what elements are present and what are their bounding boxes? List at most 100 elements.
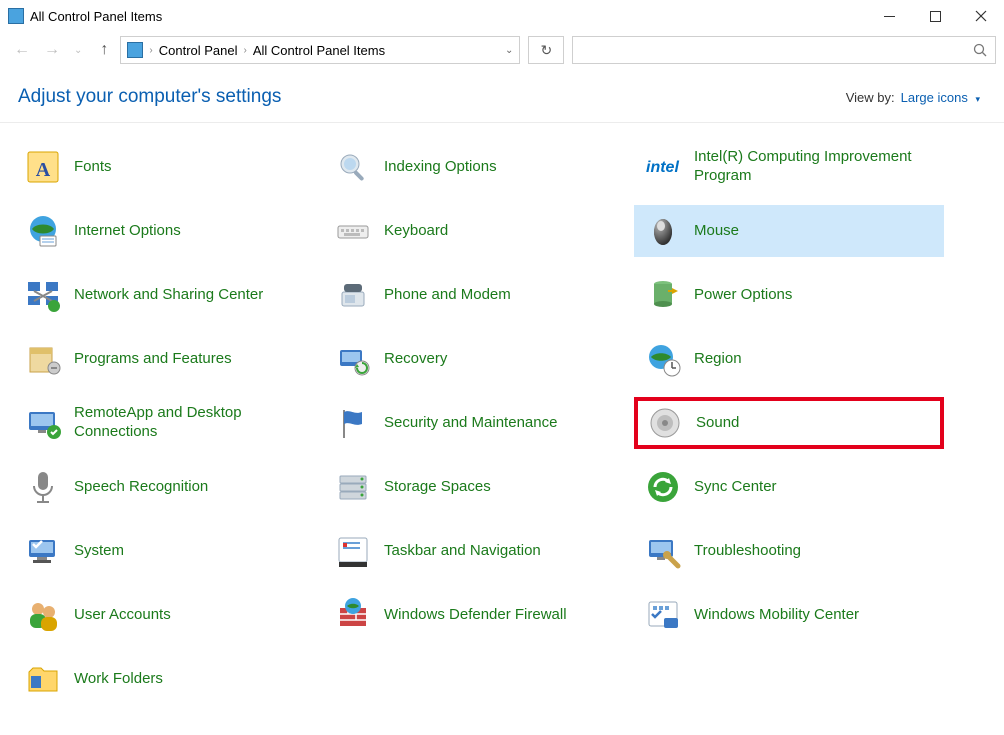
maximize-button[interactable] <box>912 0 958 32</box>
viewby-value: Large icons <box>901 90 968 105</box>
up-button[interactable]: ↑ <box>96 41 112 59</box>
titlebar: All Control Panel Items <box>0 0 1004 32</box>
cp-item-power[interactable]: Power Options <box>634 269 944 321</box>
taskbar-icon <box>334 532 372 570</box>
navbar: ← → ⌄ ↑ › Control Panel › All Control Pa… <box>0 32 1004 68</box>
cp-item-label: Sound <box>696 414 739 433</box>
cp-item-remoteapp[interactable]: RemoteApp and Desktop Connections <box>14 397 324 449</box>
flag-icon <box>334 404 372 442</box>
cp-item-storage[interactable]: Storage Spaces <box>324 461 634 513</box>
cp-item-fonts[interactable]: Fonts <box>14 141 324 193</box>
firewall-icon <box>334 596 372 634</box>
chevron-right-icon: › <box>244 45 247 56</box>
control-panel-icon <box>127 42 143 58</box>
cp-item-keyboard[interactable]: Keyboard <box>324 205 634 257</box>
viewby-label: View by: <box>846 90 895 105</box>
speaker-icon <box>646 404 684 442</box>
mic-icon <box>24 468 62 506</box>
close-button[interactable] <box>958 0 1004 32</box>
cp-item-phone[interactable]: Phone and Modem <box>324 269 634 321</box>
svg-text:intel: intel <box>646 159 679 176</box>
fonts-icon <box>24 148 62 186</box>
header-row: Adjust your computer's settings View by:… <box>0 68 1004 123</box>
cp-item-mobility[interactable]: Windows Mobility Center <box>634 589 944 641</box>
window-title: All Control Panel Items <box>30 9 162 24</box>
keyboard-icon <box>334 212 372 250</box>
battery-icon <box>644 276 682 314</box>
cp-item-sound[interactable]: Sound <box>634 397 944 449</box>
cp-item-label: Troubleshooting <box>694 542 801 561</box>
cp-item-label: Internet Options <box>74 222 181 241</box>
search-input[interactable] <box>572 36 996 64</box>
cp-item-recovery[interactable]: Recovery <box>324 333 634 385</box>
cp-item-firewall[interactable]: Windows Defender Firewall <box>324 589 634 641</box>
history-chevron-icon[interactable]: ⌄ <box>74 45 82 56</box>
cp-item-programs[interactable]: Programs and Features <box>14 333 324 385</box>
cp-item-users[interactable]: User Accounts <box>14 589 324 641</box>
box-icon <box>24 340 62 378</box>
cp-item-label: Programs and Features <box>74 350 232 369</box>
cp-item-intel[interactable]: intel Intel(R) Computing Improvement Prog… <box>634 141 944 193</box>
network-icon <box>24 276 62 314</box>
disks-icon <box>334 468 372 506</box>
cp-item-label: Region <box>694 350 742 369</box>
cp-item-troubleshoot[interactable]: Troubleshooting <box>634 525 944 577</box>
chevron-right-icon: › <box>149 45 152 56</box>
cp-item-security[interactable]: Security and Maintenance <box>324 397 634 449</box>
globe-icon <box>24 212 62 250</box>
cp-item-label: Fonts <box>74 158 112 177</box>
system-icon <box>24 532 62 570</box>
intel-icon: intel <box>644 148 682 186</box>
mouse-icon <box>644 212 682 250</box>
breadcrumb-0[interactable]: Control Panel <box>159 43 238 58</box>
cp-item-speech[interactable]: Speech Recognition <box>14 461 324 513</box>
cp-item-label: Keyboard <box>384 222 448 241</box>
search-icon <box>334 148 372 186</box>
cp-item-indexing[interactable]: Indexing Options <box>324 141 634 193</box>
cp-item-label: Taskbar and Navigation <box>384 542 541 561</box>
back-button[interactable]: ← <box>14 41 30 59</box>
address-bar[interactable]: › Control Panel › All Control Panel Item… <box>120 36 520 64</box>
app-icon <box>8 8 24 24</box>
cp-item-label: Recovery <box>384 350 447 369</box>
cp-item-label: Intel(R) Computing Improvement Program <box>694 148 934 186</box>
cp-item-label: Indexing Options <box>384 158 497 177</box>
mobility-icon <box>644 596 682 634</box>
cp-item-network[interactable]: Network and Sharing Center <box>14 269 324 321</box>
cp-item-label: User Accounts <box>74 606 171 625</box>
cp-item-label: RemoteApp and Desktop Connections <box>74 404 314 442</box>
cp-item-label: Network and Sharing Center <box>74 286 263 305</box>
phone-icon <box>334 276 372 314</box>
globe-clock-icon <box>644 340 682 378</box>
cp-item-workfolders[interactable]: Work Folders <box>14 653 324 705</box>
cp-item-system[interactable]: System <box>14 525 324 577</box>
cp-item-region[interactable]: Region <box>634 333 944 385</box>
cp-item-label: Windows Mobility Center <box>694 606 859 625</box>
address-dropdown-icon[interactable]: ⌄ <box>505 45 513 56</box>
viewby-dropdown[interactable]: Large icons ▾ <box>901 90 980 105</box>
page-title: Adjust your computer's settings <box>18 86 281 108</box>
cp-item-sync[interactable]: Sync Center <box>634 461 944 513</box>
cp-item-label: Sync Center <box>694 478 777 497</box>
cp-item-mouse[interactable]: Mouse <box>634 205 944 257</box>
cp-item-label: Security and Maintenance <box>384 414 557 433</box>
items-grid: Fonts Indexing Options intel Intel(R) Compu… <box>0 123 1004 735</box>
sync-icon <box>644 468 682 506</box>
cp-item-label: Power Options <box>694 286 792 305</box>
cp-item-taskbar[interactable]: Taskbar and Navigation <box>324 525 634 577</box>
cp-item-label: Phone and Modem <box>384 286 511 305</box>
cp-item-label: Work Folders <box>74 670 163 689</box>
chevron-down-icon: ▾ <box>975 94 980 104</box>
cp-item-label: System <box>74 542 124 561</box>
search-icon <box>973 43 987 57</box>
breadcrumb-1[interactable]: All Control Panel Items <box>253 43 385 58</box>
users-icon <box>24 596 62 634</box>
troubleshoot-icon <box>644 532 682 570</box>
refresh-button[interactable]: ↻ <box>528 36 564 64</box>
forward-button[interactable]: → <box>44 41 60 59</box>
minimize-button[interactable] <box>866 0 912 32</box>
cp-item-internet[interactable]: Internet Options <box>14 205 324 257</box>
cp-item-label: Windows Defender Firewall <box>384 606 567 625</box>
monitor-icon <box>24 404 62 442</box>
folder-icon <box>24 660 62 698</box>
